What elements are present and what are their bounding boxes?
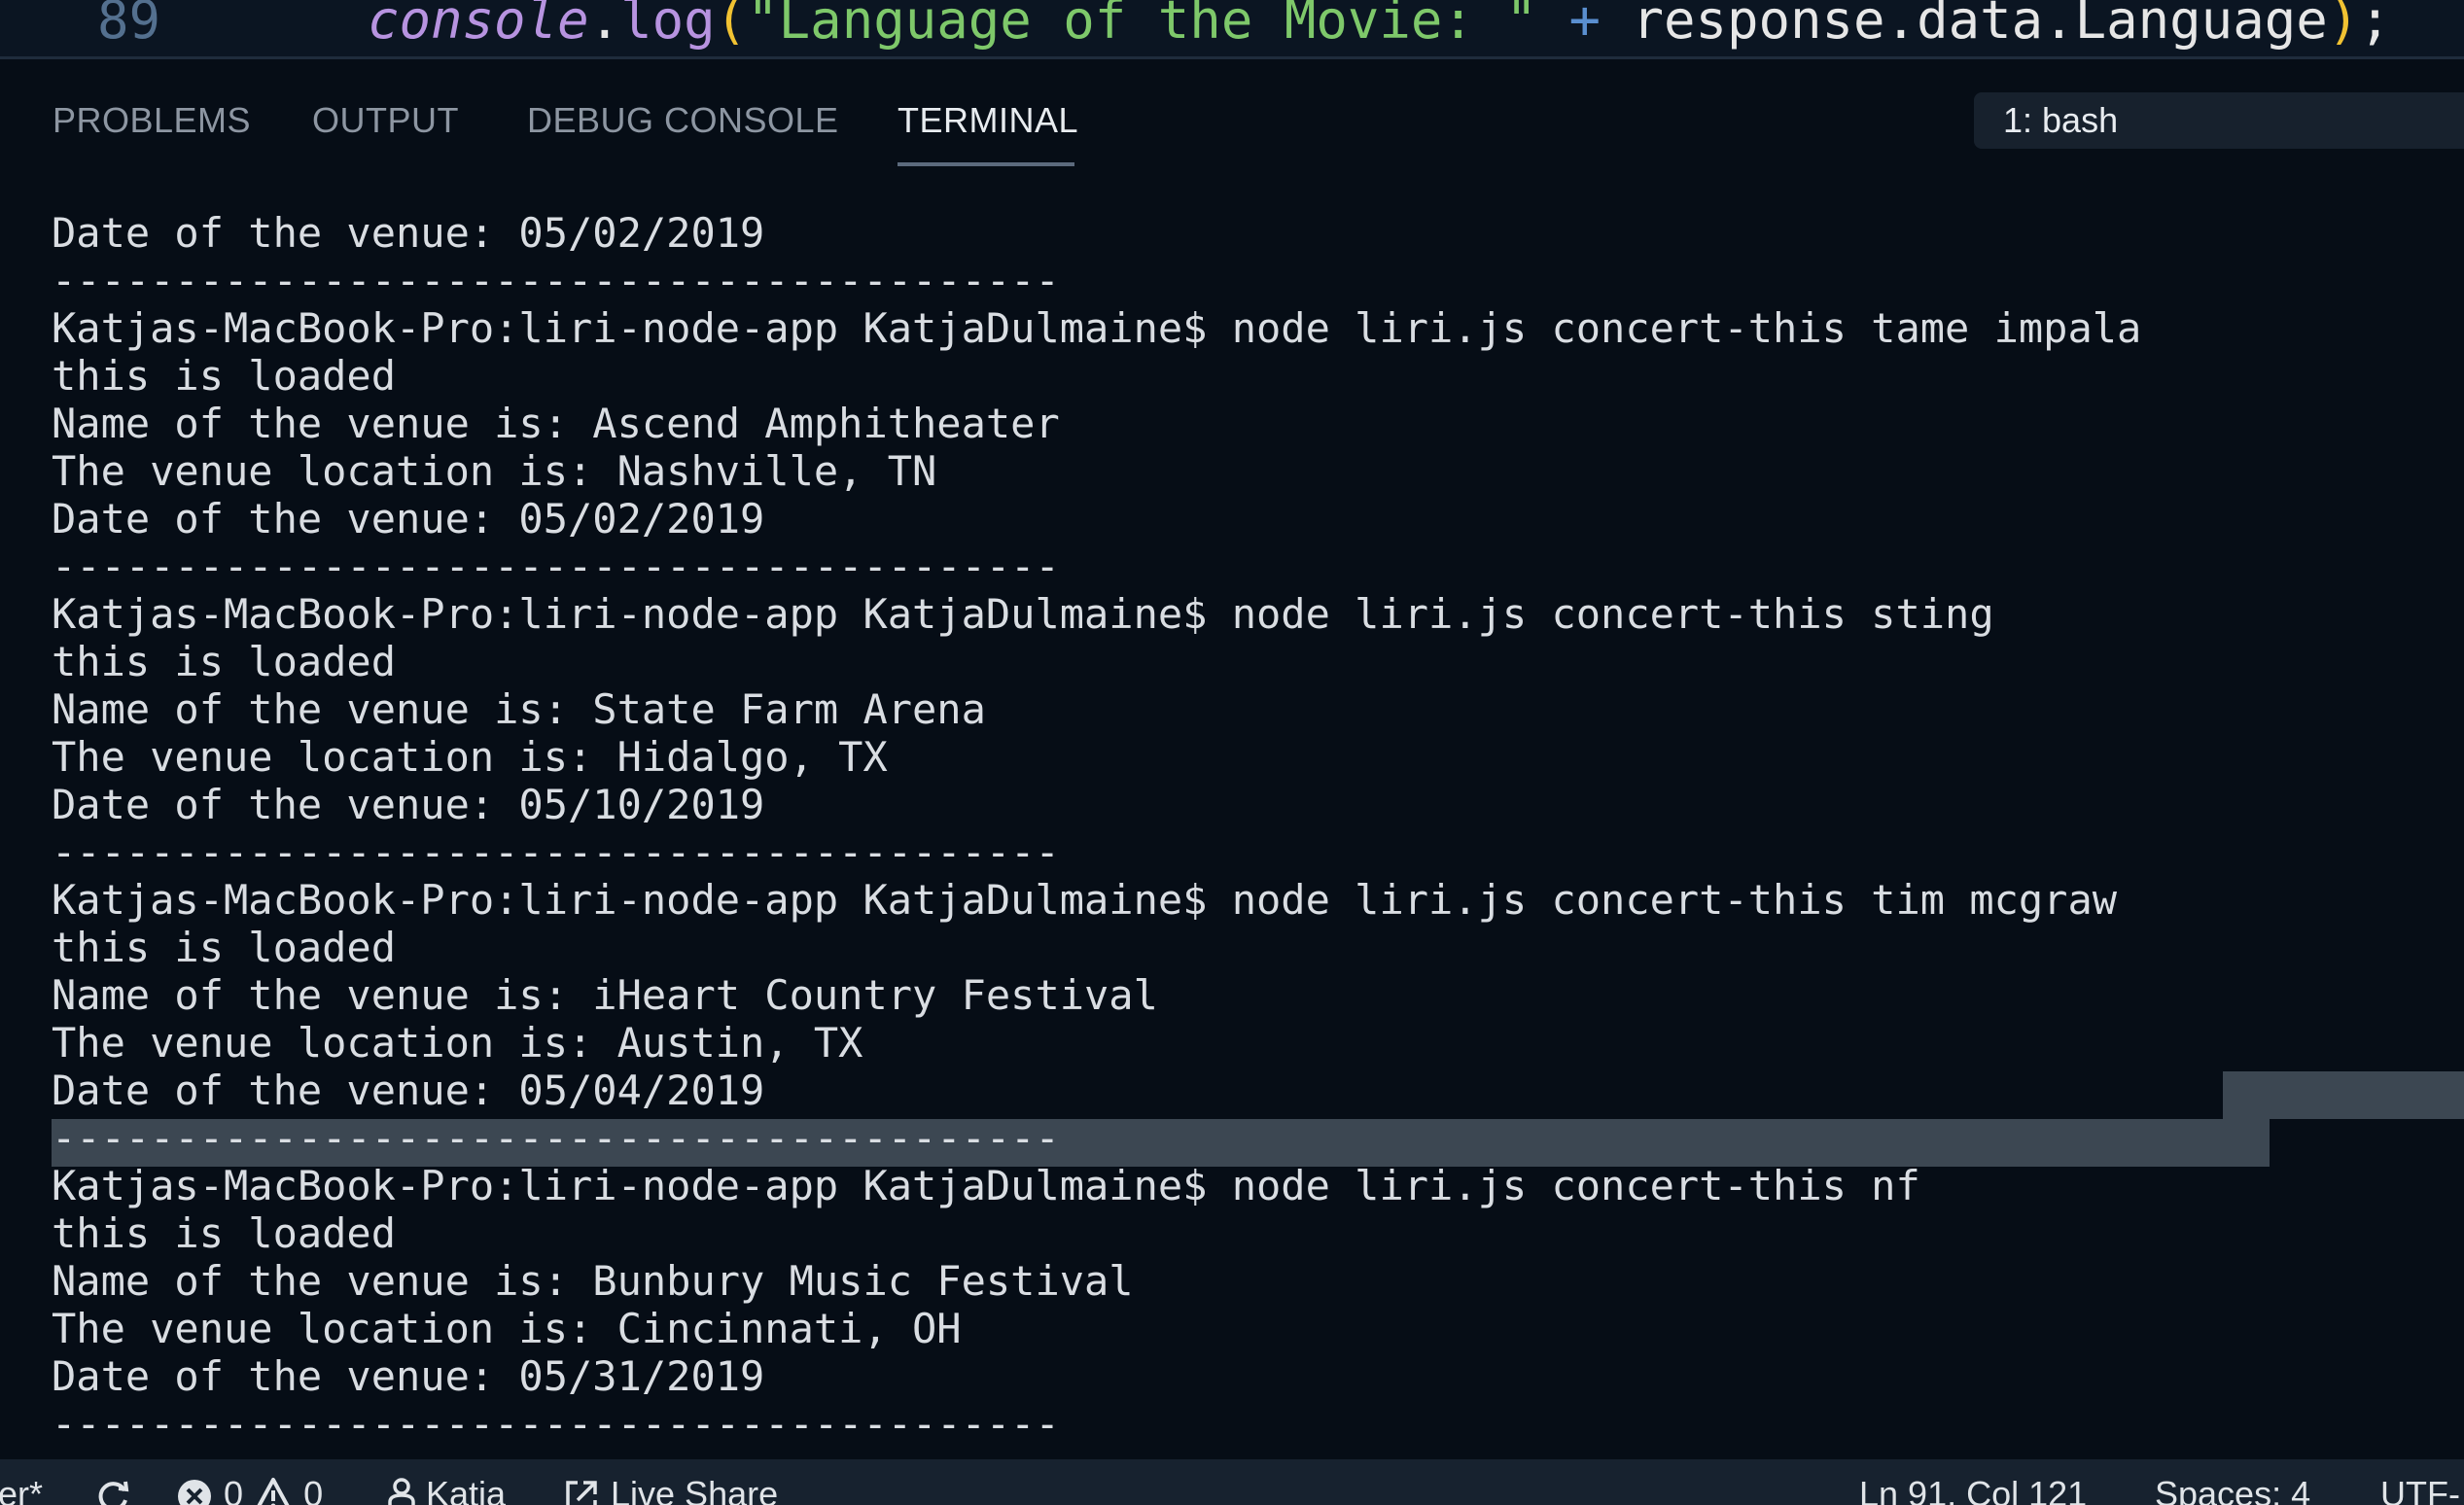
terminal-line: Name of the venue is: State Farm Arena [52, 685, 986, 733]
account-status[interactable]: Katja [387, 1473, 506, 1505]
cursor-position[interactable]: Ln 91, Col 121 [1859, 1473, 2087, 1505]
code-dot: . [588, 0, 621, 51]
terminal-line: The venue location is: Austin, TX [52, 1019, 863, 1067]
status-bar: er* 0 0 Katja Live Share Ln 91, Col 121 … [0, 1459, 2464, 1505]
terminal-line: this is loaded [52, 638, 397, 685]
terminal-line: Date of the venue: 05/02/2019 [52, 209, 765, 257]
warning-count: 0 [303, 1474, 324, 1505]
active-tab-indicator [898, 162, 1074, 166]
terminal-line: Date of the venue: 05/31/2019 [52, 1352, 765, 1400]
terminal-line: Name of the venue is: Bunbury Music Fest… [52, 1257, 1134, 1305]
tab-debug-console[interactable]: DEBUG CONSOLE [527, 100, 839, 141]
encoding-setting[interactable]: UTF- [2380, 1473, 2460, 1505]
terminal-line: Name of the venue is: iHeart Country Fes… [52, 971, 1158, 1019]
terminal-line: Date of the venue: 05/10/2019 [52, 781, 765, 828]
tab-output[interactable]: OUTPUT [312, 100, 459, 141]
terminal-line: The venue location is: Nashville, TN [52, 447, 937, 495]
code-text: console.log("Language of the Movie: " + … [368, 0, 2391, 49]
terminal-line: The venue location is: Hidalgo, TX [52, 733, 888, 781]
tab-terminal[interactable]: TERMINAL [898, 100, 1078, 141]
terminal-selector-dropdown[interactable]: 1: bash [1974, 92, 2464, 149]
branch-name[interactable]: er* [0, 1473, 43, 1505]
editor-code-line[interactable]: 89 console.log("Language of the Movie: "… [0, 0, 2464, 59]
error-icon [178, 1480, 211, 1505]
code-operator: + [1536, 0, 1633, 51]
code-semicolon: ; [2359, 0, 2391, 51]
person-icon [388, 1478, 415, 1505]
text-selection-highlight [2223, 1071, 2464, 1119]
terminal-line: Name of the venue is: Ascend Amphitheate… [52, 400, 1060, 447]
terminal-line: Katjas-MacBook-Pro:liri-node-app KatjaDu… [52, 876, 2118, 924]
code-expression: response.data.Language [1632, 0, 2328, 51]
error-count: 0 [224, 1474, 244, 1505]
terminal-output[interactable]: Date of the venue: 05/02/2019 ----------… [0, 176, 2464, 1459]
live-share-icon [566, 1481, 597, 1505]
terminal-line: ----------------------------------------… [52, 1114, 1060, 1162]
vscode-window: 89 console.log("Language of the Movie: "… [0, 0, 2464, 1505]
code-paren-open: ( [715, 0, 748, 51]
terminal-line: Date of the venue: 05/04/2019 [52, 1067, 765, 1114]
live-share-button[interactable]: Live Share [562, 1473, 778, 1505]
terminal-line: ----------------------------------------… [52, 828, 1060, 876]
tab-problems[interactable]: PROBLEMS [53, 100, 251, 141]
terminal-line: ----------------------------------------… [52, 1400, 1060, 1448]
code-paren-close: ) [2327, 0, 2360, 51]
terminal-line: ----------------------------------------… [52, 257, 1060, 304]
indentation-setting[interactable]: Spaces: 4 [2155, 1473, 2310, 1505]
code-object: console [368, 0, 589, 51]
terminal-line: Katjas-MacBook-Pro:liri-node-app KatjaDu… [52, 1162, 1920, 1209]
panel-tab-bar: PROBLEMS OUTPUT DEBUG CONSOLE TERMINAL 1… [0, 59, 2464, 176]
sync-icon[interactable] [93, 1473, 132, 1505]
warning-icon [257, 1478, 290, 1505]
terminal-line: this is loaded [52, 1209, 397, 1257]
terminal-line: Katjas-MacBook-Pro:liri-node-app KatjaDu… [52, 304, 2142, 352]
terminal-line: Katjas-MacBook-Pro:liri-node-app KatjaDu… [52, 590, 1994, 638]
terminal-line: this is loaded [52, 352, 397, 400]
live-share-label: Live Share [611, 1474, 779, 1505]
code-string: "Language of the Movie: " [747, 0, 1537, 51]
account-name: Katja [426, 1474, 507, 1505]
terminal-line: this is loaded [52, 924, 397, 971]
code-function: log [620, 0, 716, 51]
line-number: 89 [97, 0, 161, 51]
terminal-line: The venue location is: Cincinnati, OH [52, 1305, 962, 1352]
terminal-line: ----------------------------------------… [52, 542, 1060, 590]
problems-status[interactable]: 0 0 [175, 1473, 323, 1505]
terminal-line: Date of the venue: 05/02/2019 [52, 495, 765, 542]
